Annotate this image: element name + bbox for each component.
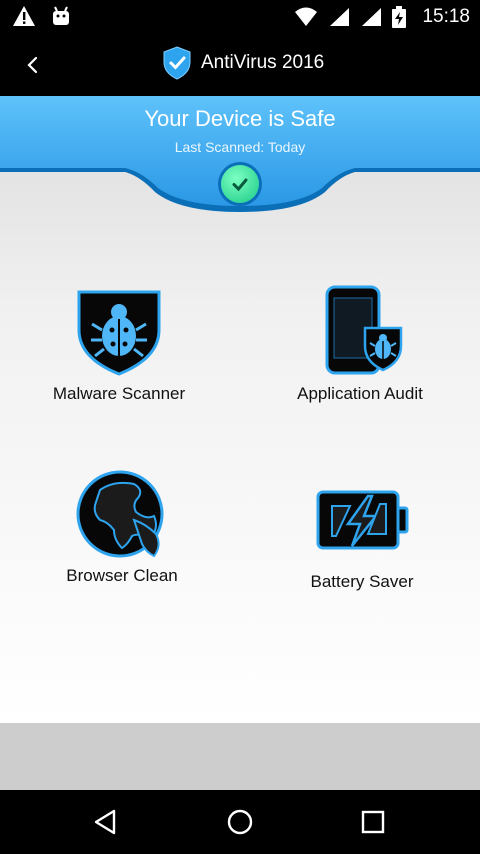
warning-icon [13, 6, 35, 26]
application-audit-button[interactable]: Application Audit [280, 284, 440, 404]
nav-recents-icon[interactable] [357, 806, 389, 838]
malware-scanner-label: Malware Scanner [52, 384, 186, 403]
back-button[interactable] [18, 50, 48, 80]
safe-check-icon [221, 165, 259, 203]
browser-clean-button[interactable]: Browser Clean [47, 468, 197, 586]
battery-saver-label: Battery Saver [310, 572, 414, 591]
signal-icon-2 [362, 8, 382, 26]
shield-check-icon [163, 46, 191, 80]
nav-back-icon[interactable] [90, 806, 122, 838]
globe-icon [76, 470, 164, 558]
nav-home-icon[interactable] [224, 806, 256, 838]
malware-scanner-button[interactable]: Malware Scanner [44, 286, 194, 404]
banner-title: Your Device is Safe [144, 106, 336, 131]
application-audit-label: Application Audit [297, 384, 423, 403]
browser-clean-label: Browser Clean [66, 566, 178, 585]
phone-shield-icon [325, 285, 403, 375]
battery-charging-icon [392, 6, 407, 28]
footer-area [0, 723, 480, 790]
status-bar: 15:18 [0, 0, 480, 34]
status-banner: Your Device is Safe Last Scanned: Today [0, 96, 480, 218]
wifi-icon [295, 7, 318, 26]
main-content: Your Device is Safe Last Scanned: Today … [0, 96, 480, 723]
android-icon [53, 6, 69, 25]
battery-saver-button[interactable]: Battery Saver [287, 484, 437, 592]
navigation-bar [0, 790, 480, 854]
app-bar: AntiVirus 2016 [0, 34, 480, 96]
signal-icon [330, 8, 350, 26]
banner-subtitle: Last Scanned: Today [174, 139, 306, 155]
battery-icon [316, 490, 409, 550]
status-clock: 15:18 [422, 6, 470, 27]
app-title: AntiVirus 2016 [201, 52, 325, 73]
bug-shield-icon [77, 290, 161, 376]
